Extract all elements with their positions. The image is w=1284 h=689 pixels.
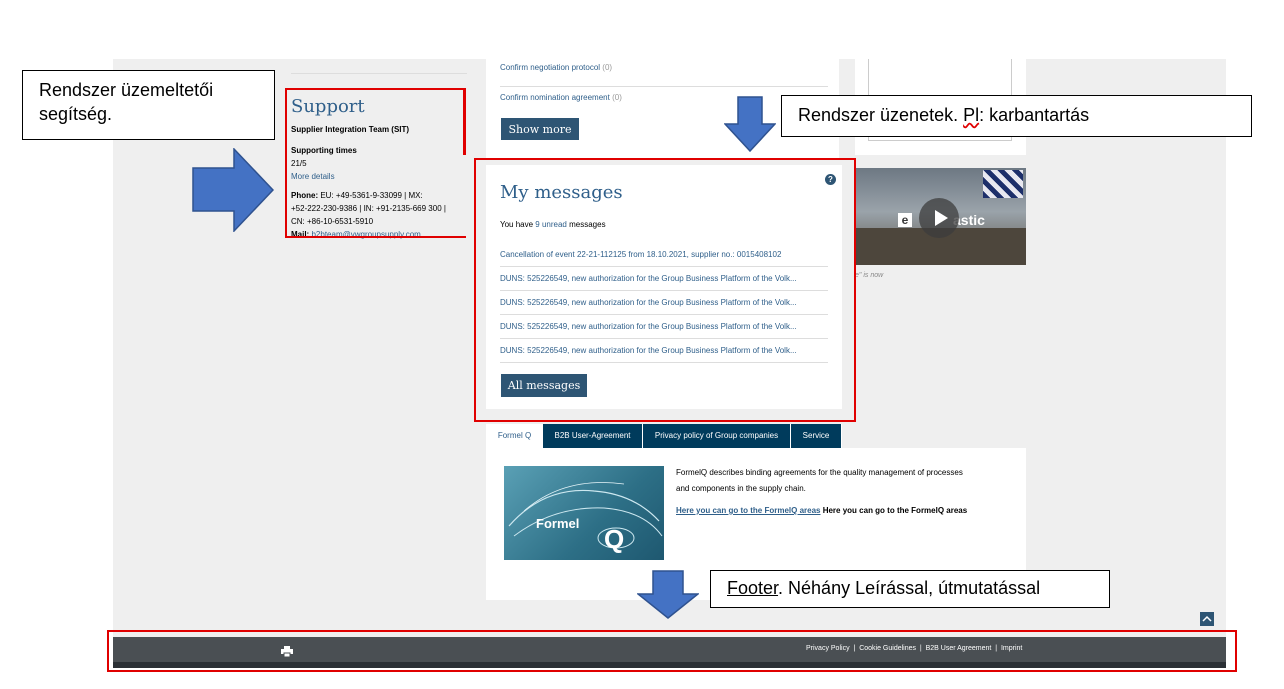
formelq-links: Here you can go to the FormelQ areas Her… xyxy=(676,503,1016,519)
formelq-image: Formel Q xyxy=(504,466,664,560)
tab-b2b-user-agreement[interactable]: B2B User-Agreement xyxy=(543,424,643,448)
confirm-negotiation-link[interactable]: Confirm negotiation protocol xyxy=(500,63,600,72)
callout-support-line2: segítség. xyxy=(39,104,113,124)
annotation-box-messages xyxy=(474,158,856,422)
show-more-button[interactable]: Show more xyxy=(501,118,579,140)
formelq-description: FormelQ describes binding agreements for… xyxy=(676,465,1016,519)
arrow-right-icon xyxy=(192,148,274,232)
callout-messages-prefix: Rendszer üzenetek. xyxy=(798,105,964,125)
callout-footer-underlined: Footer xyxy=(727,578,779,598)
callout-footer-suffix: . Néhány Leírással, útmutatással xyxy=(778,578,1041,598)
list-item[interactable]: Confirm nomination agreement (0) xyxy=(500,87,828,109)
formelq-bold-text: Here you can go to the FormelQ areas xyxy=(820,506,968,515)
formelq-car-sketch xyxy=(508,482,663,549)
annotation-box-support xyxy=(285,88,466,238)
nomination-count: (0) xyxy=(612,93,622,102)
tab-bar: Formel Q B2B User-Agreement Privacy poli… xyxy=(486,424,842,448)
callout-messages-underlined: Pl xyxy=(963,105,980,125)
tab-privacy-policy[interactable]: Privacy policy of Group companies xyxy=(643,424,791,448)
tab-formelq[interactable]: Formel Q xyxy=(486,424,543,448)
negotiation-count: (0) xyxy=(602,63,613,72)
annotation-box-support-right xyxy=(463,88,466,155)
formelq-text-line2: and components in the supply chain. xyxy=(676,484,806,493)
back-to-top-button[interactable] xyxy=(1200,612,1214,626)
tab-service[interactable]: Service xyxy=(791,424,842,448)
annotation-box-footer xyxy=(107,630,1237,672)
arrow-down-icon xyxy=(724,96,776,152)
chevron-up-icon xyxy=(1202,615,1212,622)
formelq-image-text-a: Formel xyxy=(536,516,580,531)
formelq-areas-link[interactable]: Here you can go to the FormelQ areas xyxy=(676,506,820,515)
video-thumbnail[interactable]: e astic xyxy=(855,168,1026,265)
callout-footer: Footer. Néhány Leírással, útmutatással xyxy=(710,570,1110,608)
callout-support-line1: Rendszer üzemeltetői xyxy=(39,80,214,100)
video-flag-shape xyxy=(983,170,1023,198)
callout-messages: Rendszer üzenetek. Pl: karbantartás xyxy=(781,95,1252,137)
formelq-image-text: Formel xyxy=(536,516,579,531)
callout-support: Rendszer üzemeltetői segítség. xyxy=(22,70,275,140)
video-caption: e" is now xyxy=(855,272,884,279)
confirm-nomination-link[interactable]: Confirm nomination agreement xyxy=(500,93,610,102)
formelq-text-line1: FormelQ describes binding agreements for… xyxy=(676,468,963,477)
top-list: Confirm negotiation protocol (0) Confirm… xyxy=(500,62,828,109)
support-divider xyxy=(291,73,467,74)
arrow-down-footer-icon xyxy=(637,570,699,619)
callout-messages-suffix: : karbantartás xyxy=(979,105,1090,125)
formelq-image-q: Q xyxy=(604,524,625,554)
video-logo-box: e xyxy=(898,213,912,227)
play-button-icon[interactable] xyxy=(919,198,959,238)
list-item[interactable]: Confirm negotiation protocol (0) xyxy=(500,62,828,87)
